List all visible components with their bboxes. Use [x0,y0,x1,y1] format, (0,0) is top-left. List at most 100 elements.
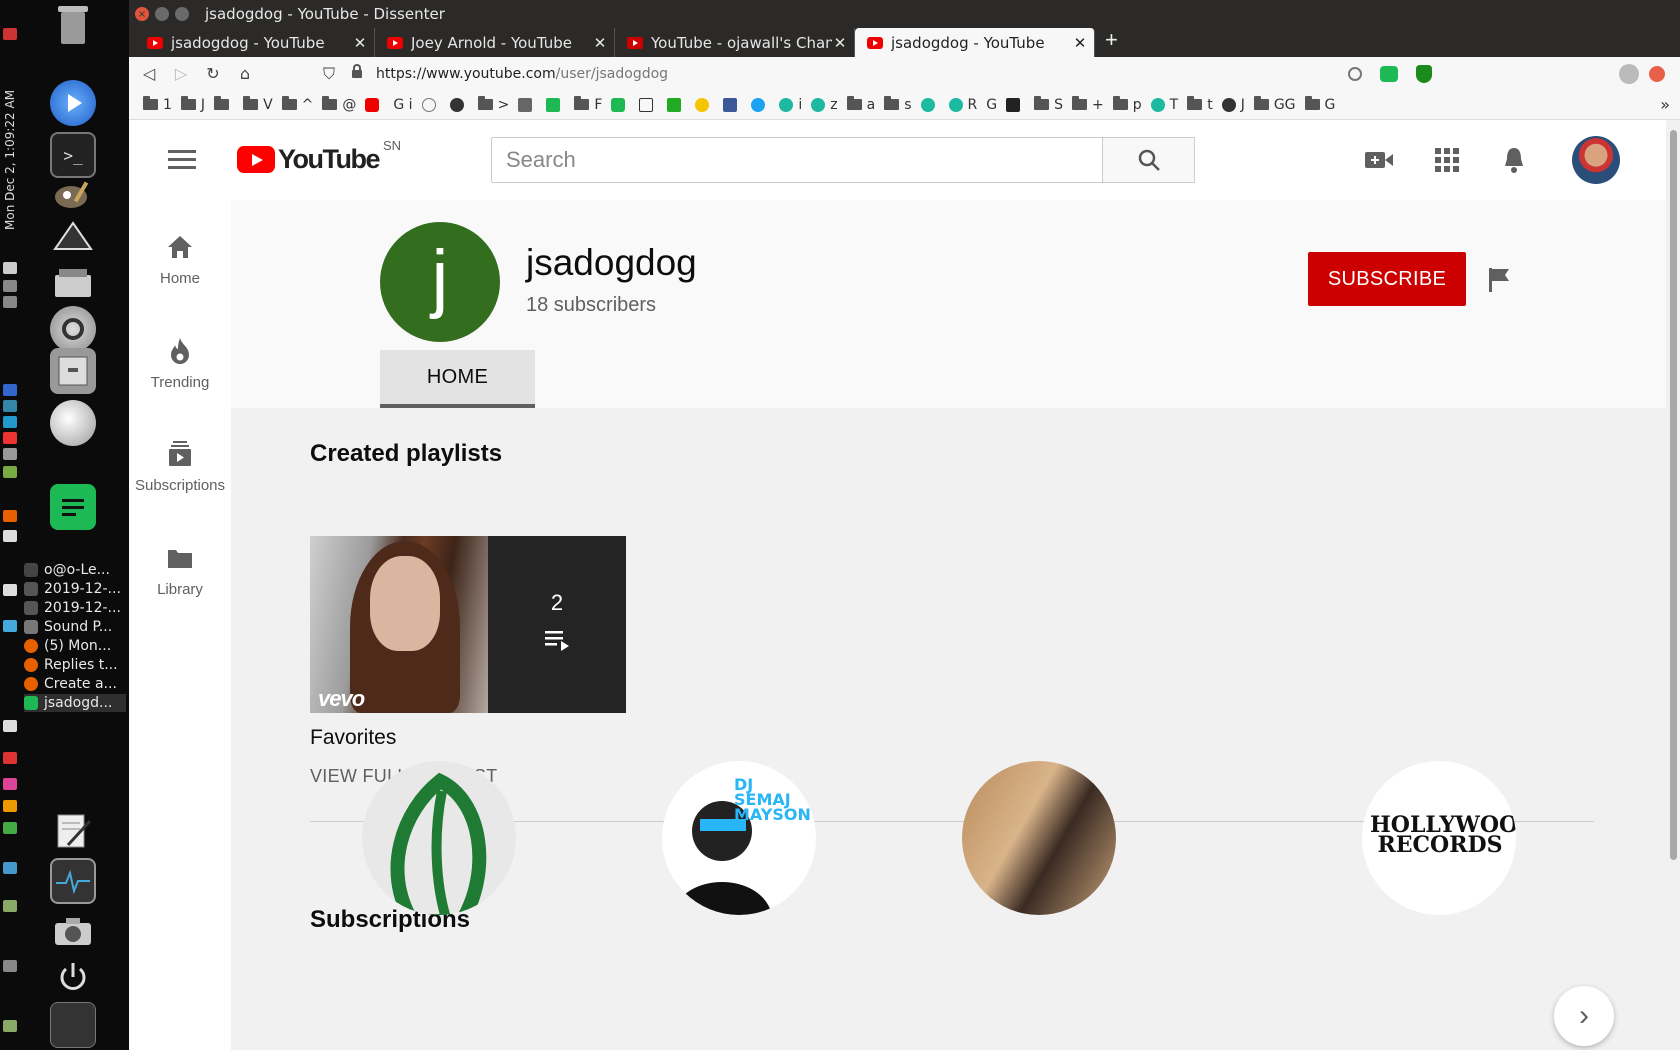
hamburger-menu-icon[interactable] [168,150,196,170]
bookmark-link[interactable] [639,97,658,112]
subscription-channel-avatar[interactable]: DJ SEMAJ MAYSON [662,761,816,915]
tab-home[interactable]: HOME [380,350,535,408]
browser-tab[interactable]: Joey Arnold - YouTube ✕ [375,28,615,57]
bookmark-link[interactable]: G [986,97,997,113]
bookmark-link[interactable] [449,97,469,112]
tray-icon[interactable] [3,620,17,632]
bookmark-link[interactable]: J [1221,97,1245,113]
search-button[interactable] [1103,137,1195,183]
bookmark-link[interactable] [723,97,742,112]
zoom-icon[interactable] [1348,67,1362,81]
browser-tab[interactable]: jsadogdog - YouTube ✕ [135,28,375,57]
camera-icon[interactable] [50,908,96,954]
bookmark-folder[interactable]: @ [322,96,356,113]
taskbar-item[interactable]: Replies t... [24,656,126,674]
tray-icon[interactable] [3,296,17,308]
back-icon[interactable]: ◁ [133,64,165,83]
tray-icon[interactable] [3,448,17,460]
bookmark-folder[interactable]: p [1112,96,1142,113]
bookmark-link[interactable]: G i [393,97,412,113]
bookmark-folder[interactable]: S [1034,96,1063,113]
bookmark-link[interactable] [518,97,537,112]
apps-grid-icon[interactable] [1431,144,1463,176]
dissenter-extension-icon[interactable] [1380,66,1398,82]
youtube-logo[interactable]: YouTube SN [237,138,401,175]
account-avatar[interactable] [1572,136,1620,184]
inkscape-icon[interactable] [50,218,96,264]
bookmark-folder[interactable]: s [884,96,912,113]
close-tab-icon[interactable]: ✕ [352,34,368,52]
scanner-icon[interactable] [50,260,96,306]
tray-icon[interactable] [3,530,17,542]
settings-icon[interactable] [50,306,96,352]
reload-icon[interactable]: ↻ [197,64,229,83]
bookmark-folder[interactable]: GG [1253,96,1296,113]
guide-item-trending[interactable]: Trending [129,336,231,391]
bookmark-folder[interactable]: t [1187,96,1213,113]
subscription-channel-avatar[interactable] [962,761,1116,915]
tray-icon[interactable] [3,822,17,834]
bookmark-link[interactable]: i [779,97,802,113]
bookmark-link[interactable] [1006,97,1025,112]
taskbar-item[interactable]: (5) Mon... [24,637,126,655]
guide-item-subscriptions[interactable]: Subscriptions [129,439,231,494]
bookmark-page-icon[interactable]: ⛉ [313,64,345,84]
tray-icon[interactable] [3,1020,17,1032]
bookmark-link[interactable] [421,97,441,112]
forward-icon[interactable]: ▷ [165,64,197,83]
bookmark-folder[interactable]: > [477,96,509,113]
tray-icon[interactable] [3,752,17,764]
shield-extension-icon[interactable] [1416,65,1432,83]
subscribe-button[interactable]: SUBSCRIBE [1308,252,1466,306]
search-input[interactable]: Search [491,137,1103,183]
subscription-channel-avatar[interactable]: HOLLYWOOD RECORDS [1362,761,1516,915]
close-tab-icon[interactable]: ✕ [832,34,848,52]
bookmark-folder[interactable]: V [243,96,273,113]
tray-icon[interactable] [3,960,17,972]
tray-icon[interactable] [3,280,17,292]
tray-icon[interactable] [3,416,17,428]
taskbar-item-active[interactable]: jsadogd... [24,694,126,712]
bookmark-folder[interactable]: + [1072,96,1104,113]
tray-icon[interactable] [3,900,17,912]
bookmark-link[interactable] [546,97,565,112]
notes-app-icon[interactable] [50,484,96,530]
subscription-channel-avatar[interactable] [362,761,516,915]
tray-icon[interactable] [3,862,17,874]
tray-icon[interactable] [3,466,17,478]
bookmark-link[interactable] [667,97,686,112]
page-scrollbar[interactable] [1666,120,1680,1050]
home-nav-icon[interactable]: ⌂ [229,64,261,83]
tray-icon[interactable] [3,800,17,812]
bookmark-folder[interactable] [214,96,234,110]
playlist-title[interactable]: Favorites [310,726,396,750]
maximize-window-button[interactable] [175,7,189,21]
disk-utility-icon[interactable] [50,400,96,446]
bookmark-link[interactable]: T [1150,97,1178,113]
taskbar-item[interactable]: Sound P... [24,618,126,636]
guide-item-home[interactable]: Home [129,232,231,287]
flag-icon[interactable] [1487,266,1511,292]
power-icon[interactable] [50,954,96,1000]
taskbar-item[interactable]: 2019-12-... [24,580,126,598]
gimp-icon[interactable] [50,172,96,218]
media-player-icon[interactable] [50,80,96,126]
bookmark-link[interactable] [920,97,940,112]
tray-icon[interactable] [3,432,17,444]
bookmark-folder[interactable]: a [846,96,875,113]
new-tab-button[interactable]: + [1105,27,1118,57]
tray-icon[interactable] [3,400,17,412]
text-editor-icon[interactable] [50,808,96,854]
bookmark-link[interactable]: R [948,97,977,113]
wifi-icon[interactable] [3,262,17,274]
scrollbar-thumb[interactable] [1670,130,1677,860]
bookmark-folder[interactable]: J [180,96,205,113]
tray-icon[interactable] [3,720,17,732]
tray-icon[interactable] [3,584,17,596]
tray-icon[interactable] [3,28,17,40]
minimize-window-button[interactable] [155,7,169,21]
browser-tab-active[interactable]: jsadogdog - YouTube ✕ [855,28,1095,57]
bookmark-link[interactable] [695,97,714,112]
create-video-icon[interactable] [1363,144,1395,176]
tray-icon[interactable] [3,384,17,396]
